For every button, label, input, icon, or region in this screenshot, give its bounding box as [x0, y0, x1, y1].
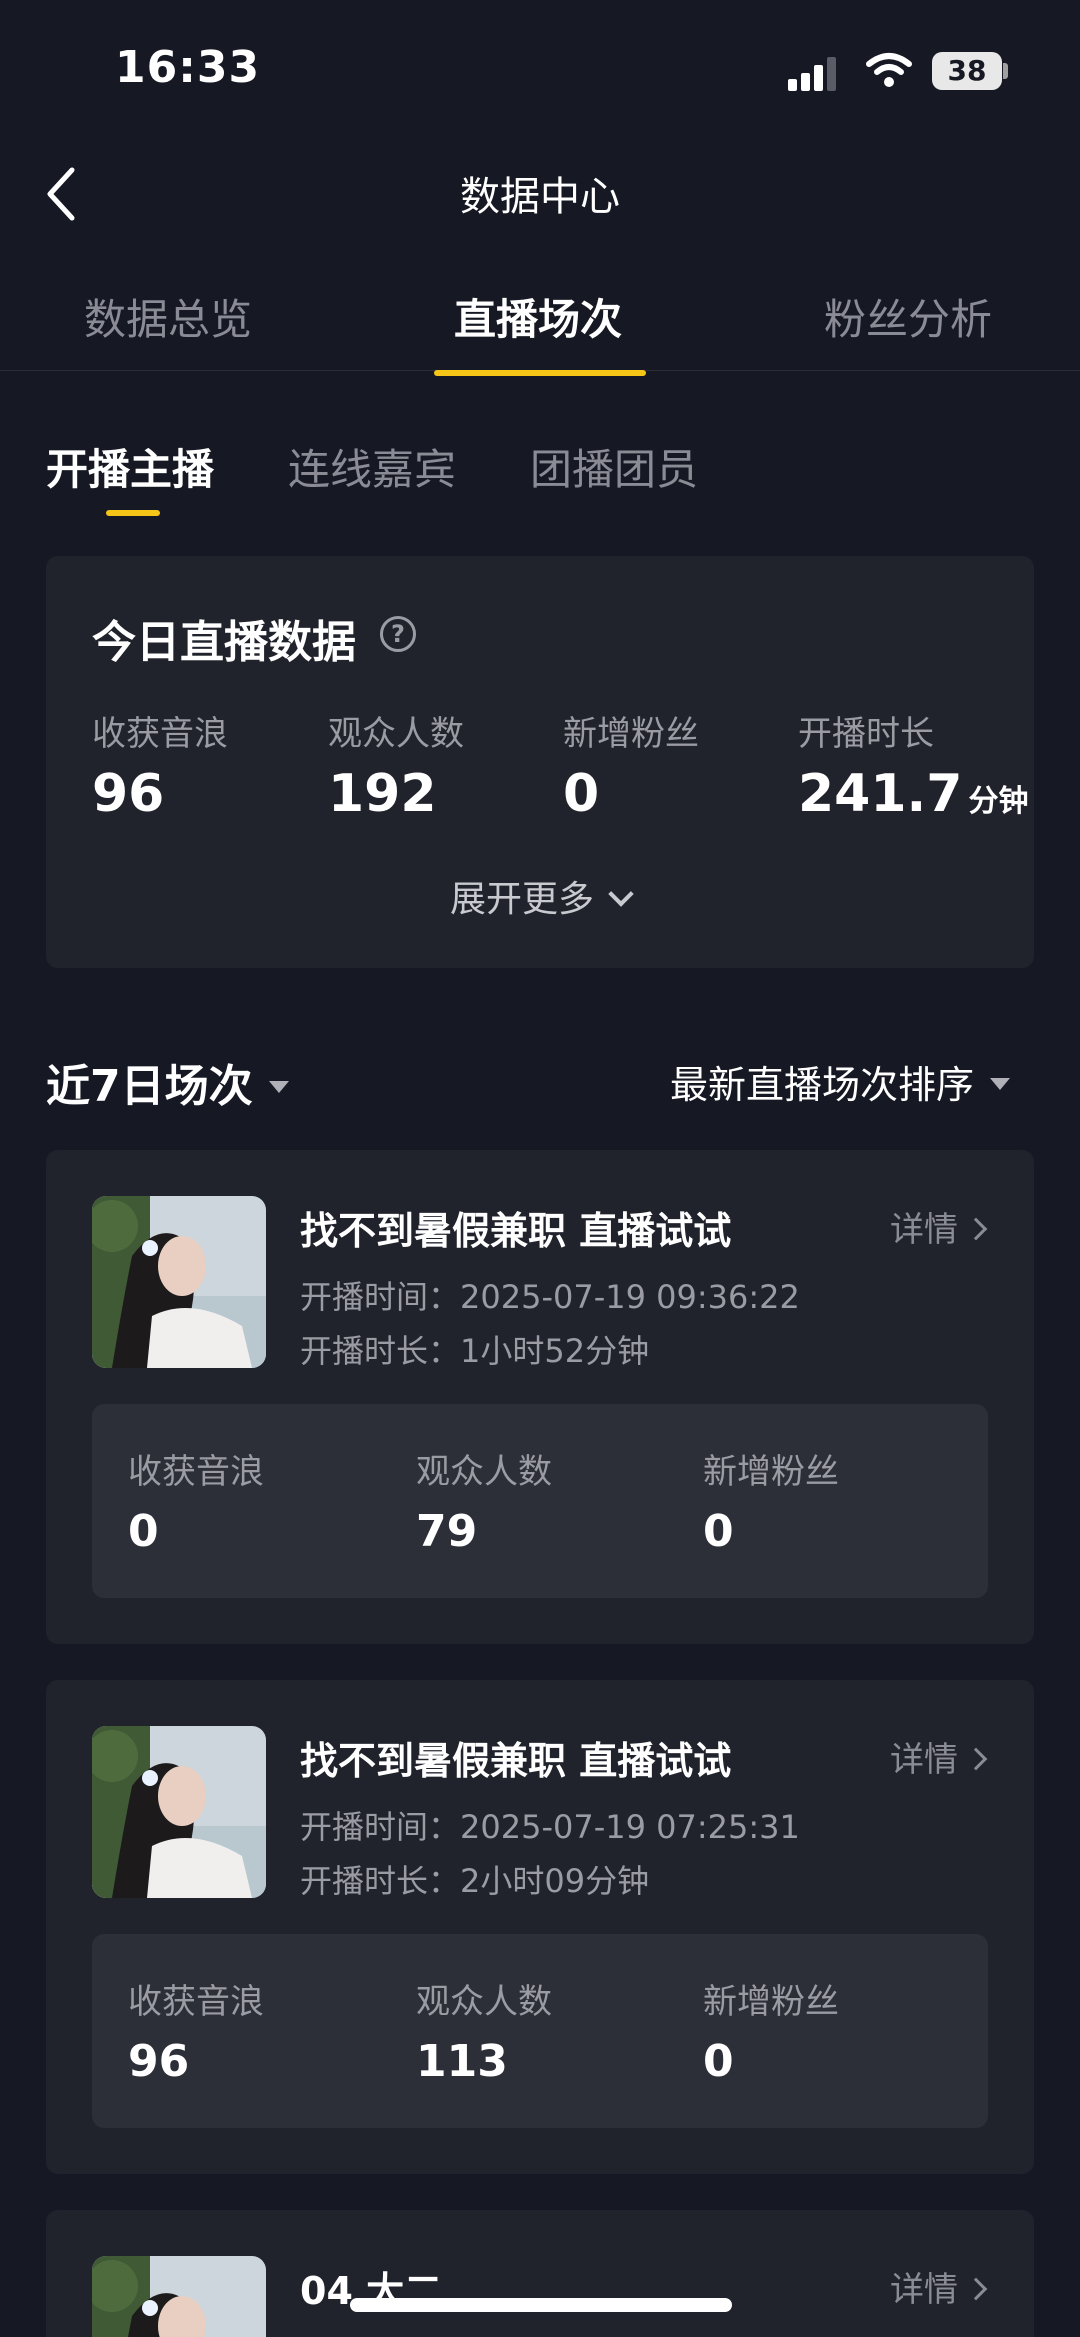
chevron-right-icon: [964, 1747, 988, 1771]
page-title: 数据中心: [460, 174, 620, 220]
session-stat-label: 新增粉丝: [703, 1452, 839, 1492]
session-title: 找不到暑假兼职 直播试试: [300, 1739, 732, 1783]
tab-data-overview[interactable]: 数据总览: [84, 286, 252, 347]
session-stat-label: 收获音浪: [128, 1452, 264, 1492]
session-thumbnail: [92, 1196, 266, 1368]
sort-label: 最新直播场次排序: [669, 1063, 974, 1107]
detail-label: 详情: [890, 1210, 958, 1250]
session-stat-label: 观众人数: [416, 1452, 552, 1492]
session-stat-value: 0: [703, 1506, 734, 1557]
wifi-icon: [866, 53, 912, 87]
battery-tip: [1003, 63, 1008, 79]
detail-label: 详情: [890, 2270, 958, 2310]
subtab-guest[interactable]: 连线嘉宾: [288, 436, 456, 497]
session-thumbnail: [92, 2256, 266, 2337]
session-detail-link[interactable]: 详情: [890, 2262, 988, 2311]
session-start-time: 开播时间：2025-07-19 07:25:31: [300, 1808, 800, 1846]
session-stat-value: 0: [128, 1506, 159, 1557]
session-start-time: 开播时间：2025-07-19 09:36:22: [300, 1278, 800, 1316]
tab-active-indicator: [434, 370, 646, 376]
range-filter-dropdown[interactable]: 近7日场次: [46, 1050, 289, 1114]
caret-down-icon: [990, 1078, 1010, 1090]
session-detail-link[interactable]: 详情: [890, 1732, 988, 1781]
session-stat-label: 收获音浪: [128, 1982, 264, 2022]
today-stat-value-duration: 241.7: [798, 764, 963, 824]
chevron-down-icon: [608, 881, 634, 907]
session-detail-link[interactable]: 详情: [890, 1202, 988, 1251]
session-stat-value: 79: [416, 1506, 478, 1557]
sort-dropdown[interactable]: 最新直播场次排序: [670, 1054, 1010, 1109]
subtab-team-member[interactable]: 团播团员: [530, 436, 698, 497]
subtab-active-indicator: [106, 510, 160, 516]
session-stat-value: 113: [416, 2036, 508, 2087]
today-stat-unit-duration: 分钟: [968, 784, 1029, 819]
subtab-host[interactable]: 开播主播: [46, 436, 214, 497]
session-duration: 开播时长：1小时52分钟: [300, 1332, 650, 1370]
expand-more-button[interactable]: 展开更多: [0, 870, 1080, 922]
cellular-signal-icon: [788, 55, 844, 91]
today-stat-duration: 241.7 分钟: [798, 764, 1028, 824]
caret-down-icon: [268, 1081, 289, 1093]
today-stat-value-viewers: 192: [328, 764, 437, 824]
session-duration: 开播时长：2小时09分钟: [300, 1862, 650, 1900]
today-stat-label-income: 收获音浪: [92, 714, 228, 754]
today-stat-value-new-fans: 0: [563, 764, 600, 824]
session-stats-panel: [92, 1404, 988, 1598]
today-stat-value-income: 96: [92, 764, 165, 824]
session-stat-value: 96: [128, 2036, 190, 2087]
today-stat-label-new-fans: 新增粉丝: [563, 714, 699, 754]
status-time: 16:33: [115, 42, 261, 93]
session-title: 找不到暑假兼职 直播试试: [300, 1209, 732, 1253]
today-stat-label-duration: 开播时长: [798, 714, 934, 754]
tab-live-sessions[interactable]: 直播场次: [454, 286, 622, 347]
today-stat-label-viewers: 观众人数: [328, 714, 464, 754]
tab-fan-analysis[interactable]: 粉丝分析: [824, 286, 992, 347]
chevron-right-icon: [964, 2277, 988, 2301]
home-indicator[interactable]: [350, 2298, 732, 2312]
session-stats-panel: [92, 1934, 988, 2128]
expand-more-label: 展开更多: [449, 879, 594, 920]
range-filter-label: 近7日场次: [46, 1061, 253, 1112]
today-data-title: 今日直播数据: [92, 617, 356, 668]
help-icon[interactable]: ?: [380, 616, 416, 652]
session-thumbnail: [92, 1726, 266, 1898]
chevron-right-icon: [964, 1217, 988, 1241]
session-stat-value: 0: [703, 2036, 734, 2087]
battery-icon: 38: [932, 52, 1002, 90]
detail-label: 详情: [890, 1740, 958, 1780]
session-stat-label: 新增粉丝: [703, 1982, 839, 2022]
session-stat-label: 观众人数: [416, 1982, 552, 2022]
